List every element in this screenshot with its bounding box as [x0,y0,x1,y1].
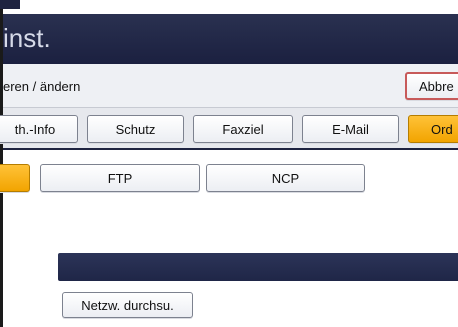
tab-ordner[interactable]: Ord [408,115,458,143]
window-title: inst. [3,23,51,53]
browse-network-button[interactable]: Netzw. durchsu. [62,292,193,318]
title-bar [3,14,458,64]
tab-auth-info[interactable]: th.-Info [0,115,78,143]
breadcrumb: eren / ändern [3,79,81,94]
tab-faxziel[interactable]: Faxziel [193,115,293,143]
corner-block [0,0,20,9]
cancel-button[interactable]: Abbre [405,72,458,100]
tab-schutz[interactable]: Schutz [87,115,184,143]
protocol-ftp-button[interactable]: FTP [40,164,200,192]
path-field[interactable] [58,253,458,281]
tab-email[interactable]: E-Mail [302,115,399,143]
protocol-ncp-button[interactable]: NCP [206,164,365,192]
protocol-smb-button[interactable] [0,164,30,192]
